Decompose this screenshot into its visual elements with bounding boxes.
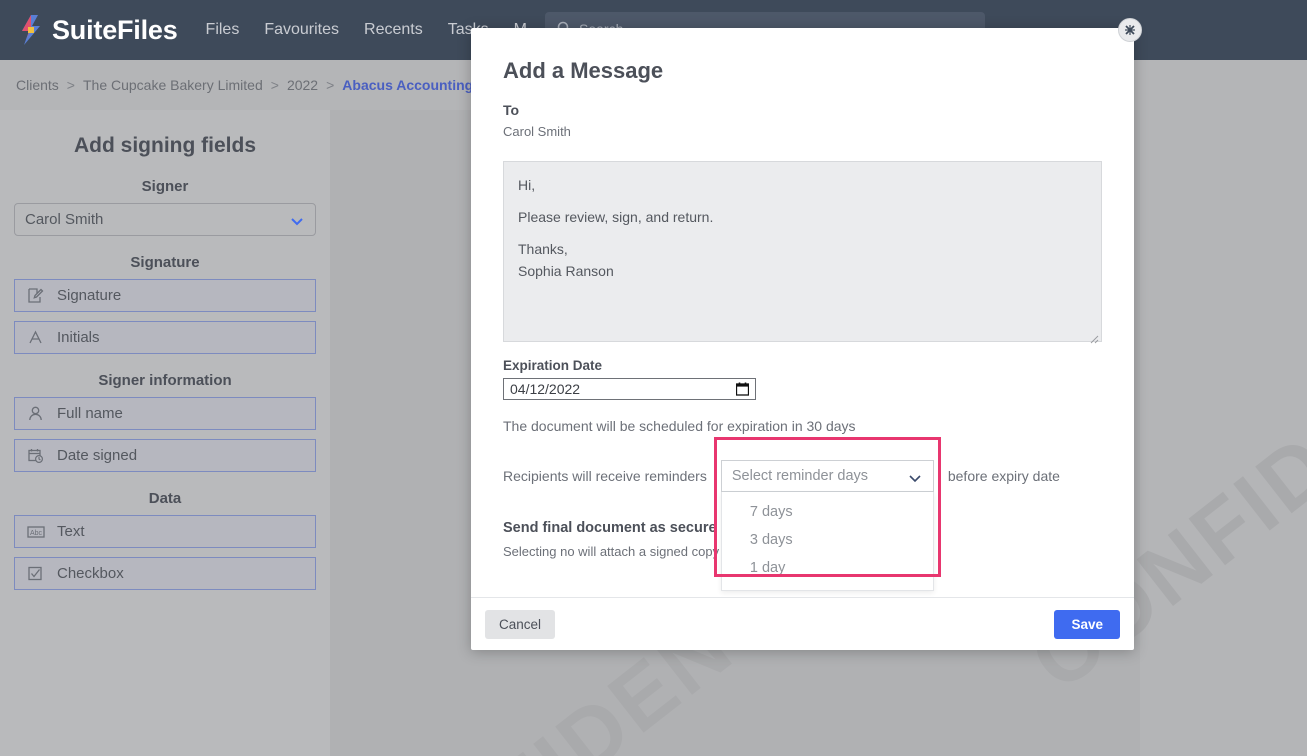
to-recipient: Carol Smith xyxy=(503,124,571,139)
reminder-suffix-text: before expiry date xyxy=(947,468,1060,484)
field-button-text[interactable]: Abc Text xyxy=(14,515,316,548)
modal-title: Add a Message xyxy=(503,58,664,83)
app-root: SuiteFiles Files Favourites Recents Task… xyxy=(0,0,1307,756)
cancel-button[interactable]: Cancel xyxy=(485,609,556,639)
sidebar-title: Add signing fields xyxy=(74,134,256,157)
reminder-row: Recipients will receive reminders Select… xyxy=(503,460,1102,591)
reminder-option-3-days[interactable]: 3 days xyxy=(722,526,933,554)
sidebar-group-label-data: Data xyxy=(148,490,182,507)
expiration-note: The document will be scheduled for expir… xyxy=(503,418,856,434)
signing-fields-sidebar: Add signing fields Signer Carol Smith Si… xyxy=(0,110,330,756)
breadcrumb-separator: > xyxy=(270,77,279,93)
reminder-days-options-list: 7 days 3 days 1 day xyxy=(720,492,934,591)
reminder-prefix-text: Recipients will receive reminders xyxy=(503,468,707,484)
calendar-clock-icon xyxy=(27,447,49,464)
signer-value: Carol Smith xyxy=(25,211,104,228)
field-button-signature[interactable]: Signature xyxy=(14,279,316,312)
reminder-days-selected-value: Select reminder days xyxy=(731,468,869,484)
modal-footer: Cancel Save xyxy=(471,597,1134,650)
message-line-1: Hi, xyxy=(518,177,536,193)
calendar-icon[interactable] xyxy=(735,382,750,396)
field-label: Checkbox xyxy=(57,565,124,582)
reminder-option-1-day[interactable]: 1 day xyxy=(722,554,933,582)
signature-icon xyxy=(27,287,49,304)
add-message-modal: Add a Message To Carol Smith Hi, Please … xyxy=(471,28,1134,650)
brand-title: SuiteFiles xyxy=(52,14,178,45)
person-icon xyxy=(27,405,49,422)
field-button-full-name[interactable]: Full name xyxy=(14,397,316,430)
message-line-3: Thanks, xyxy=(518,241,568,257)
breadcrumb-item-clients[interactable]: Clients xyxy=(16,77,59,93)
chevron-down-icon xyxy=(907,470,923,490)
svg-text:Abc: Abc xyxy=(30,530,43,537)
field-button-initials[interactable]: Initials xyxy=(14,321,316,354)
message-textarea[interactable]: Hi, Please review, sign, and return. Tha… xyxy=(503,161,1102,344)
sidebar-group-label-signature: Signature xyxy=(130,254,200,271)
field-button-date-signed[interactable]: Date signed xyxy=(14,439,316,472)
text-abc-icon: Abc xyxy=(27,525,49,539)
nav-item-files[interactable]: Files xyxy=(206,21,240,39)
nav-item-favourites[interactable]: Favourites xyxy=(264,21,339,39)
to-label: To xyxy=(503,102,520,118)
field-label: Signature xyxy=(57,287,122,304)
chevron-down-icon xyxy=(289,213,305,233)
save-button[interactable]: Save xyxy=(1054,609,1120,639)
field-button-checkbox[interactable]: Checkbox xyxy=(14,557,316,590)
expiration-date-label: Expiration Date xyxy=(503,358,603,373)
signer-dropdown[interactable]: Carol Smith xyxy=(14,203,316,236)
breadcrumb-item-year[interactable]: 2022 xyxy=(287,77,318,93)
expiration-date-value: 04/12/2022 xyxy=(510,381,581,397)
sidebar-group-label-signer-information: Signer information xyxy=(98,372,232,389)
breadcrumb-separator: > xyxy=(326,77,335,93)
field-label: Full name xyxy=(57,405,123,422)
field-label: Text xyxy=(57,523,85,540)
nav-item-recents[interactable]: Recents xyxy=(364,21,423,39)
reminder-days-select[interactable]: Select reminder days xyxy=(720,460,934,492)
modal-body: Add a Message To Carol Smith Hi, Please … xyxy=(471,28,1134,591)
message-line-4: Sophia Ranson xyxy=(518,263,614,279)
field-label: Initials xyxy=(57,329,100,346)
textarea-resize-handle[interactable] xyxy=(1089,330,1099,344)
breadcrumb-item-client[interactable]: The Cupcake Bakery Limited xyxy=(83,77,263,93)
reminder-days-select-wrapper: Select reminder days 7 days 3 days 1 day xyxy=(720,460,934,591)
reminder-option-7-days[interactable]: 7 days xyxy=(722,498,933,526)
sidebar-signer-label: Signer xyxy=(141,178,189,195)
close-icon[interactable] xyxy=(1118,18,1142,42)
message-line-2: Please review, sign, and return. xyxy=(518,209,714,225)
checkbox-icon xyxy=(27,565,49,582)
suitefiles-logo-icon xyxy=(18,15,44,45)
expiration-date-input[interactable]: 04/12/2022 xyxy=(503,378,756,400)
breadcrumb-separator: > xyxy=(66,77,75,93)
initials-icon xyxy=(27,329,49,346)
field-label: Date signed xyxy=(57,447,138,464)
